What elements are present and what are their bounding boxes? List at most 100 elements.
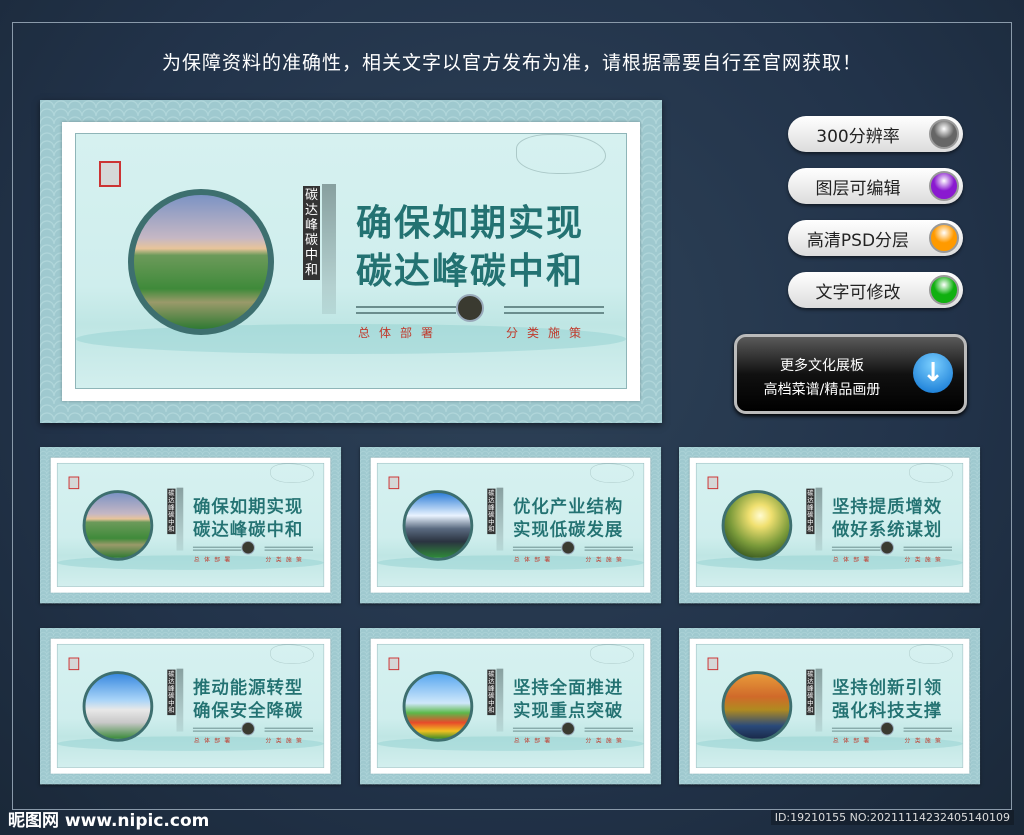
fret-ornament-left	[356, 306, 456, 314]
headline-line2: 实现重点突破	[512, 700, 624, 721]
board-panel: 碳达峰碳中和 优化产业结构 实现低碳发展 总体部署 分类施策	[376, 462, 645, 587]
ink-brush-stroke	[815, 668, 823, 732]
red-seal-icon	[99, 161, 121, 187]
bronze-ding-icon	[456, 294, 484, 322]
vertical-caption: 碳达峰碳中和	[303, 186, 320, 280]
red-seal-icon	[68, 657, 80, 671]
ink-brush-stroke	[322, 184, 336, 314]
ink-brush-stroke	[496, 487, 504, 551]
bronze-ding-icon	[561, 721, 575, 736]
subtitle-left: 总体部署	[832, 737, 874, 745]
notice-text: 为保障资料的准确性，相关文字以官方发布为准，请根据需要自行至官网获取！	[161, 52, 862, 74]
circle-photo	[721, 671, 793, 742]
subtitle-right: 分类施策	[585, 737, 627, 745]
subtitle-left: 总体部署	[193, 737, 235, 745]
red-seal-icon	[68, 476, 80, 490]
headline-line1: 坚持全面推进	[512, 677, 624, 698]
circle-photo	[82, 671, 154, 742]
board-panel: 碳达峰碳中和 坚持全面推进 实现重点突破 总体部署 分类施策	[376, 643, 645, 768]
ink-brush-stroke	[176, 487, 184, 551]
headline-line1: 优化产业结构	[512, 496, 624, 517]
headline-line2: 碳达峰碳中和	[192, 519, 304, 540]
circle-photo	[721, 490, 793, 561]
vertical-caption: 碳达峰碳中和	[487, 669, 496, 716]
status-dot-icon	[929, 275, 959, 305]
subtitle-right: 分类施策	[585, 556, 627, 564]
vertical-caption: 碳达峰碳中和	[487, 488, 496, 535]
fret-ornament-left	[192, 546, 242, 551]
feature-label: 图层可编辑	[815, 178, 901, 199]
bronze-ding-icon	[880, 721, 894, 736]
thumbnail-board[interactable]: 碳达峰碳中和 坚持创新引领 强化科技支撑 总体部署 分类施策	[679, 628, 981, 785]
fret-ornament-right	[264, 727, 313, 732]
subtitle-left: 总体部署	[193, 556, 235, 564]
subtitle-left: 总体部署	[513, 737, 555, 745]
fret-ornament-right	[584, 546, 633, 551]
main-board-preview[interactable]: 碳达峰碳中和 确保如期实现 碳达峰碳中和 总体部署 分类施策	[40, 100, 662, 423]
circle-photo	[402, 490, 474, 561]
headline-line2: 做好系统谋划	[831, 519, 943, 540]
headline-line2: 确保安全降碳	[192, 700, 304, 721]
feature-label: 高清PSD分层	[806, 230, 910, 251]
headline-line2: 碳达峰碳中和	[356, 250, 585, 292]
bronze-ding-icon	[241, 721, 255, 736]
thumbnail-board[interactable]: 碳达峰碳中和 推动能源转型 确保安全降碳 总体部署 分类施策	[40, 628, 342, 785]
headline-line2: 强化科技支撑	[831, 700, 943, 721]
red-seal-icon	[388, 657, 400, 671]
headline-line1: 推动能源转型	[192, 677, 304, 698]
board-panel: 碳达峰碳中和 坚持创新引领 强化科技支撑 总体部署 分类施策	[695, 643, 964, 768]
headline-line1: 确保如期实现	[356, 202, 585, 244]
feature-pill: 高清PSD分层	[788, 220, 963, 256]
more-line2: 高档菜谱/精品画册	[763, 382, 881, 398]
headline-line1: 坚持创新引领	[831, 677, 943, 698]
fret-ornament-right	[903, 727, 952, 732]
cloud-ornament-icon	[270, 644, 314, 664]
vertical-caption: 碳达峰碳中和	[806, 669, 815, 716]
headline-line1: 确保如期实现	[192, 496, 304, 517]
watermark-logo: 昵图网 www.nipic.com	[8, 811, 210, 831]
thumbnail-board[interactable]: 碳达峰碳中和 优化产业结构 实现低碳发展 总体部署 分类施策	[360, 447, 662, 604]
circle-photo	[128, 189, 274, 335]
headline-line1: 坚持提质增效	[831, 496, 943, 517]
fret-ornament-right	[264, 546, 313, 551]
feature-pill: 300分辨率	[788, 116, 963, 152]
cloud-ornament-icon	[270, 463, 314, 483]
circle-photo	[402, 671, 474, 742]
fret-ornament-left	[831, 546, 881, 551]
status-dot-icon	[929, 223, 959, 253]
feature-label: 文字可修改	[815, 282, 901, 303]
vertical-caption: 碳达峰碳中和	[167, 488, 176, 535]
more-boards-button[interactable]: 更多文化展板 高档菜谱/精品画册 ↓	[734, 334, 967, 414]
subtitle-left: 总体部署	[513, 556, 555, 564]
subtitle-left: 总体部署	[358, 326, 443, 340]
status-dot-icon	[929, 171, 959, 201]
feature-label: 300分辨率	[816, 126, 900, 147]
status-dot-icon	[929, 119, 959, 149]
thumbnail-board[interactable]: 碳达峰碳中和 坚持提质增效 做好系统谋划 总体部署 分类施策	[679, 447, 981, 604]
subtitle-right: 分类施策	[265, 556, 307, 564]
red-seal-icon	[707, 657, 719, 671]
subtitle-right: 分类施策	[904, 737, 946, 745]
thumbnail-board[interactable]: 碳达峰碳中和 坚持全面推进 实现重点突破 总体部署 分类施策	[360, 628, 662, 785]
fret-ornament-right	[584, 727, 633, 732]
vertical-caption: 碳达峰碳中和	[167, 669, 176, 716]
vertical-caption: 碳达峰碳中和	[806, 488, 815, 535]
fret-ornament-left	[512, 546, 562, 551]
fret-ornament-right	[504, 306, 604, 314]
board-panel: 碳达峰碳中和 确保如期实现 碳达峰碳中和 总体部署 分类施策	[75, 133, 627, 389]
board-panel: 碳达峰碳中和 确保如期实现 碳达峰碳中和 总体部署 分类施策	[56, 462, 325, 587]
board-panel: 碳达峰碳中和 推动能源转型 确保安全降碳 总体部署 分类施策	[56, 643, 325, 768]
cloud-ornament-icon	[590, 644, 634, 664]
ink-brush-stroke	[815, 487, 823, 551]
subtitle-right: 分类施策	[506, 326, 591, 340]
feature-pill: 文字可修改	[788, 272, 963, 308]
fret-ornament-left	[512, 727, 562, 732]
red-seal-icon	[707, 476, 719, 490]
fret-ornament-right	[903, 546, 952, 551]
more-line1: 更多文化展板	[780, 358, 864, 374]
thumbnail-board[interactable]: 碳达峰碳中和 确保如期实现 碳达峰碳中和 总体部署 分类施策	[40, 447, 342, 604]
cloud-ornament-icon	[590, 463, 634, 483]
board-panel: 碳达峰碳中和 坚持提质增效 做好系统谋划 总体部署 分类施策	[695, 462, 964, 587]
bronze-ding-icon	[241, 540, 255, 555]
ink-brush-stroke	[176, 668, 184, 732]
